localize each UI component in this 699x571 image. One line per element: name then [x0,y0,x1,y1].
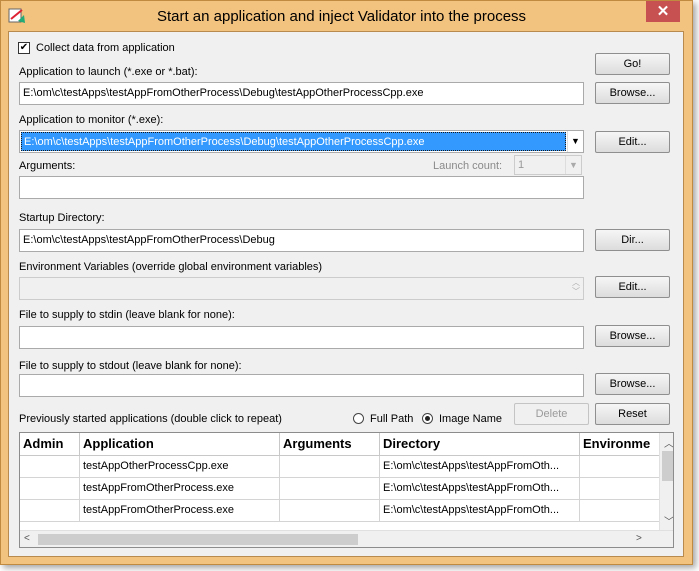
stdin-label: File to supply to stdin (leave blank for… [19,309,235,321]
directory-cell: E:\om\c\testApps\testAppFromOth... [380,478,580,500]
launch-count-value: 1 [518,159,525,171]
full-path-label: Full Path [370,413,414,425]
scroll-right-icon[interactable]: > [636,533,642,544]
edit-monitor-button[interactable]: Edit... [595,131,670,153]
launch-count-combo: 1 ▼ [514,155,582,175]
admin-cell [20,478,80,500]
collect-data-checkbox[interactable]: ✔ [18,42,30,54]
directory-cell: E:\om\c\testApps\testAppFromOth... [380,500,580,522]
scroll-left-icon[interactable]: < [24,533,30,544]
scroll-up-icon[interactable]: ︿ [664,435,673,450]
horizontal-scrollbar[interactable]: < > [20,530,673,547]
column-header-admin[interactable]: Admin [20,433,80,456]
column-header-environment[interactable]: Environme [580,433,659,456]
chevron-down-icon[interactable]: ▼ [567,131,583,152]
delete-button[interactable]: Delete [514,403,589,425]
launch-count-label: Launch count: [433,160,503,172]
application-cell: testAppFromOtherProcess.exe [80,500,280,522]
scroll-down-icon[interactable]: ﹀ [664,513,673,528]
arguments-input[interactable] [19,176,584,199]
arguments-cell [280,500,380,522]
dialog-client: ✔ Collect data from application Go! Appl… [8,31,684,557]
stdout-input[interactable] [19,374,584,397]
vertical-scrollbar[interactable]: ︿ ﹀ [659,433,673,530]
edit-env-button[interactable]: Edit... [595,276,670,298]
close-icon: ✕ [656,3,670,20]
close-button[interactable]: ✕ [646,1,680,22]
horizontal-scroll-thumb[interactable] [38,534,358,545]
browse-stdout-button[interactable]: Browse... [595,373,670,395]
spinner-icon[interactable]: ︿ ﹀ [572,278,580,296]
env-vars-input[interactable]: ︿ ﹀ [19,277,584,300]
column-header-application[interactable]: Application [80,433,280,456]
application-cell: testAppOtherProcessCpp.exe [80,456,280,478]
browse-stdin-button[interactable]: Browse... [595,325,670,347]
monitor-label: Application to monitor (*.exe): [19,114,164,126]
previous-apps-table[interactable]: Admin Application Arguments Directory En… [19,432,674,548]
stdout-label: File to supply to stdout (leave blank fo… [19,360,242,372]
image-name-radio[interactable] [422,413,433,424]
environment-cell [580,456,659,478]
monitor-combo[interactable]: E:\om\c\testApps\testAppFromOtherProcess… [19,130,584,153]
image-name-label: Image Name [439,413,502,425]
arguments-cell [280,478,380,500]
environment-cell [580,500,659,522]
column-header-directory[interactable]: Directory [380,433,580,456]
launch-label: Application to launch (*.exe or *.bat): [19,66,198,78]
admin-cell [20,500,80,522]
go-button[interactable]: Go! [595,53,670,75]
startup-dir-label: Startup Directory: [19,212,105,224]
startup-dir-input[interactable]: E:\om\c\testApps\testAppFromOtherProcess… [19,229,584,252]
launch-input[interactable]: E:\om\c\testApps\testAppFromOtherProcess… [19,82,584,105]
window-title: Start an application and inject Validato… [156,8,527,25]
arguments-cell [280,456,380,478]
chevron-down-icon: ▼ [565,156,581,174]
previous-apps-label: Previously started applications (double … [19,413,282,425]
dialog-window: Start an application and inject Validato… [0,0,693,565]
dir-button[interactable]: Dir... [595,229,670,251]
column-header-arguments[interactable]: Arguments [280,433,380,456]
reset-button[interactable]: Reset [595,403,670,425]
collect-data-label: Collect data from application [36,42,175,54]
validator-app-icon [8,8,25,23]
full-path-radio[interactable] [353,413,364,424]
arguments-label: Arguments: [19,160,76,172]
browse-launch-button[interactable]: Browse... [595,82,670,104]
environment-cell [580,478,659,500]
admin-cell [20,456,80,478]
env-vars-label: Environment Variables (override global e… [19,261,323,273]
stdin-input[interactable] [19,326,584,349]
directory-cell: E:\om\c\testApps\testAppFromOth... [380,456,580,478]
title-bar[interactable]: Start an application and inject Validato… [1,1,692,31]
monitor-combo-value: E:\om\c\testApps\testAppFromOtherProcess… [21,132,566,151]
vertical-scroll-thumb[interactable] [662,451,673,481]
application-cell: testAppFromOtherProcess.exe [80,478,280,500]
